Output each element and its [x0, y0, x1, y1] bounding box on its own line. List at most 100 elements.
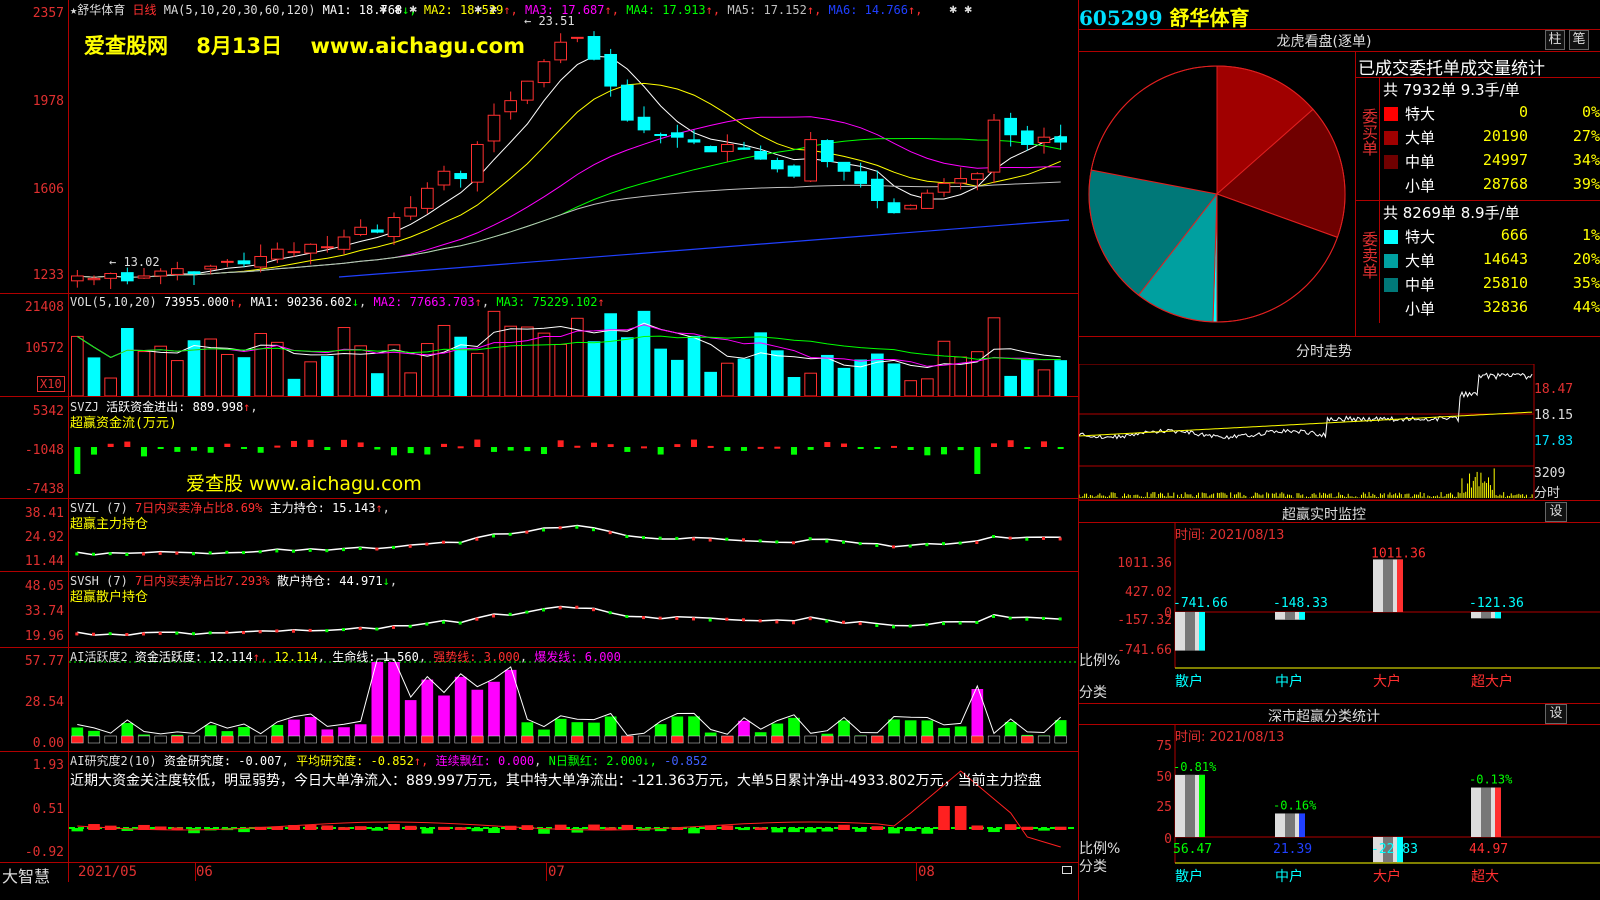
color-swatch [1384, 179, 1398, 193]
monitor-bar-chart[interactable]: -741.66 散户 -148.33 中户 1011.36 大户 -121.36 超大户 [1079, 523, 1600, 703]
buy-row-label: 大单 [1405, 129, 1436, 147]
volume-bar [237, 357, 251, 396]
hold-dot [808, 617, 812, 621]
hold-dot [1008, 536, 1012, 540]
vol-canvas [71, 310, 1067, 396]
flow-bar [941, 447, 947, 455]
lock-icon[interactable] [1062, 866, 1072, 874]
y-label-aires-0: 1.93 [32, 758, 64, 773]
candle-body [887, 202, 901, 214]
hold-dot [158, 551, 162, 555]
flow-bar [1024, 447, 1031, 449]
activity-bar [454, 676, 467, 743]
hold-dot [1025, 537, 1029, 541]
activity-base [1054, 735, 1067, 744]
buy-row-pct: 0% [1581, 103, 1600, 121]
bar-value-label: 1011.36 [1371, 546, 1426, 561]
flow-bar [724, 447, 731, 451]
sell-row-value: 14643 [1482, 250, 1528, 268]
flow-bar [591, 442, 597, 447]
candle-body [771, 159, 784, 170]
hold-dot [608, 611, 612, 615]
hold-dot [758, 539, 762, 543]
candle-body [987, 119, 1001, 173]
activity-base [537, 735, 551, 744]
candle-body [221, 260, 234, 263]
hold-dot [958, 541, 962, 545]
activity-base [304, 735, 317, 744]
hold-dot [258, 630, 262, 634]
hold-dot [908, 624, 912, 628]
flow-bar [541, 447, 547, 455]
hold-dot [108, 552, 112, 556]
activity-base [904, 735, 917, 744]
tab-tick[interactable]: 笔 [1569, 30, 1589, 50]
buy-row: 小单 28768 39% [1381, 174, 1600, 198]
chart-area[interactable]: ← 23.51 ← 13.02 ✱ ✱ ✱ ✱ ✱ ✱ ✱ ★舒华体育 日线 MA(5,10,2… [0, 0, 1078, 886]
buy-row: 大单 20190 27% [1381, 126, 1600, 150]
hold-dot [858, 622, 862, 626]
ma-legend-6: MA6: 14.766 [828, 3, 909, 17]
hold-dot [92, 552, 95, 556]
bar-shade-1 [1285, 813, 1295, 837]
flow-bar [741, 447, 747, 451]
research-bar [404, 825, 417, 830]
hold-dot [308, 628, 312, 632]
activity-base [971, 735, 984, 744]
y-label-svsh-0: 48.05 [24, 579, 64, 594]
hold-dot [92, 632, 95, 636]
flow-bar [907, 447, 914, 450]
flow-bar [91, 447, 97, 455]
research-bar [754, 827, 767, 830]
hold-dot [975, 541, 979, 544]
activity-base [954, 735, 967, 744]
ma-arrow-2: ↑, [503, 3, 526, 17]
hold-dot [442, 620, 445, 624]
bar-edge-3 [1495, 787, 1501, 837]
color-swatch [1384, 254, 1398, 268]
sell-row: 小单 32836 44% [1381, 297, 1600, 321]
flow-bar [607, 444, 614, 447]
period-label[interactable]: 日线 [132, 3, 156, 17]
stock-heading: 605299 舒华体育 [1079, 2, 1249, 31]
research-bar [71, 828, 84, 832]
hold-dot [592, 528, 595, 532]
buy-row: 中单 24997 34% [1381, 150, 1600, 174]
event-marker: ✱ [964, 5, 972, 16]
flow-bar [841, 443, 847, 447]
ma-legend-5: MA5: 17.152 [727, 3, 807, 17]
hold-dot [542, 608, 545, 612]
activity-base [471, 735, 484, 744]
volume-bar [654, 348, 667, 396]
intraday-chart[interactable] [1079, 364, 1535, 500]
svsh-ratio: 7日内买卖净占比7.293% [135, 574, 270, 588]
volume-bar [604, 313, 617, 396]
sz-bar-chart[interactable]: 56.47 散户 21.39 中户 -22.83 大户 44.97 超大 -0.81% -0.16… [1079, 725, 1600, 900]
sz-stats-settings-button[interactable]: 设 [1545, 704, 1567, 724]
hold-dot [358, 627, 362, 630]
hold-dot [775, 540, 779, 544]
activity-base [821, 735, 834, 744]
monitor-settings-button[interactable]: 设 [1545, 502, 1567, 522]
flow-bar [574, 445, 581, 448]
research-bar [421, 828, 434, 834]
flow-bar [524, 447, 531, 452]
tab-bar-chart[interactable]: 柱 [1545, 30, 1565, 50]
ai-active-burst: 爆发线: 6.000 [534, 650, 621, 664]
hold-dot [525, 610, 529, 614]
y-label-svzj-2: -7438 [24, 482, 64, 497]
flow-bar [324, 447, 331, 451]
flow-bar [424, 447, 431, 455]
vol-header: VOL(5,10,20) 73955.000↑, MA1: 90236.602↓… [70, 295, 605, 309]
stock-title: ★舒华体育 [70, 3, 126, 17]
activity-base [321, 735, 334, 744]
hold-dot [1008, 616, 1012, 620]
hold-dot [425, 622, 429, 626]
activity-base [487, 735, 501, 744]
order-pie-chart[interactable] [1079, 52, 1355, 336]
svzj-watermark: 爱查股 www.aichagu.com [186, 473, 422, 495]
candle-body [621, 84, 634, 121]
hold-dot [258, 550, 262, 554]
vol-unit[interactable]: X10 [37, 376, 65, 392]
activity-base [437, 735, 451, 744]
